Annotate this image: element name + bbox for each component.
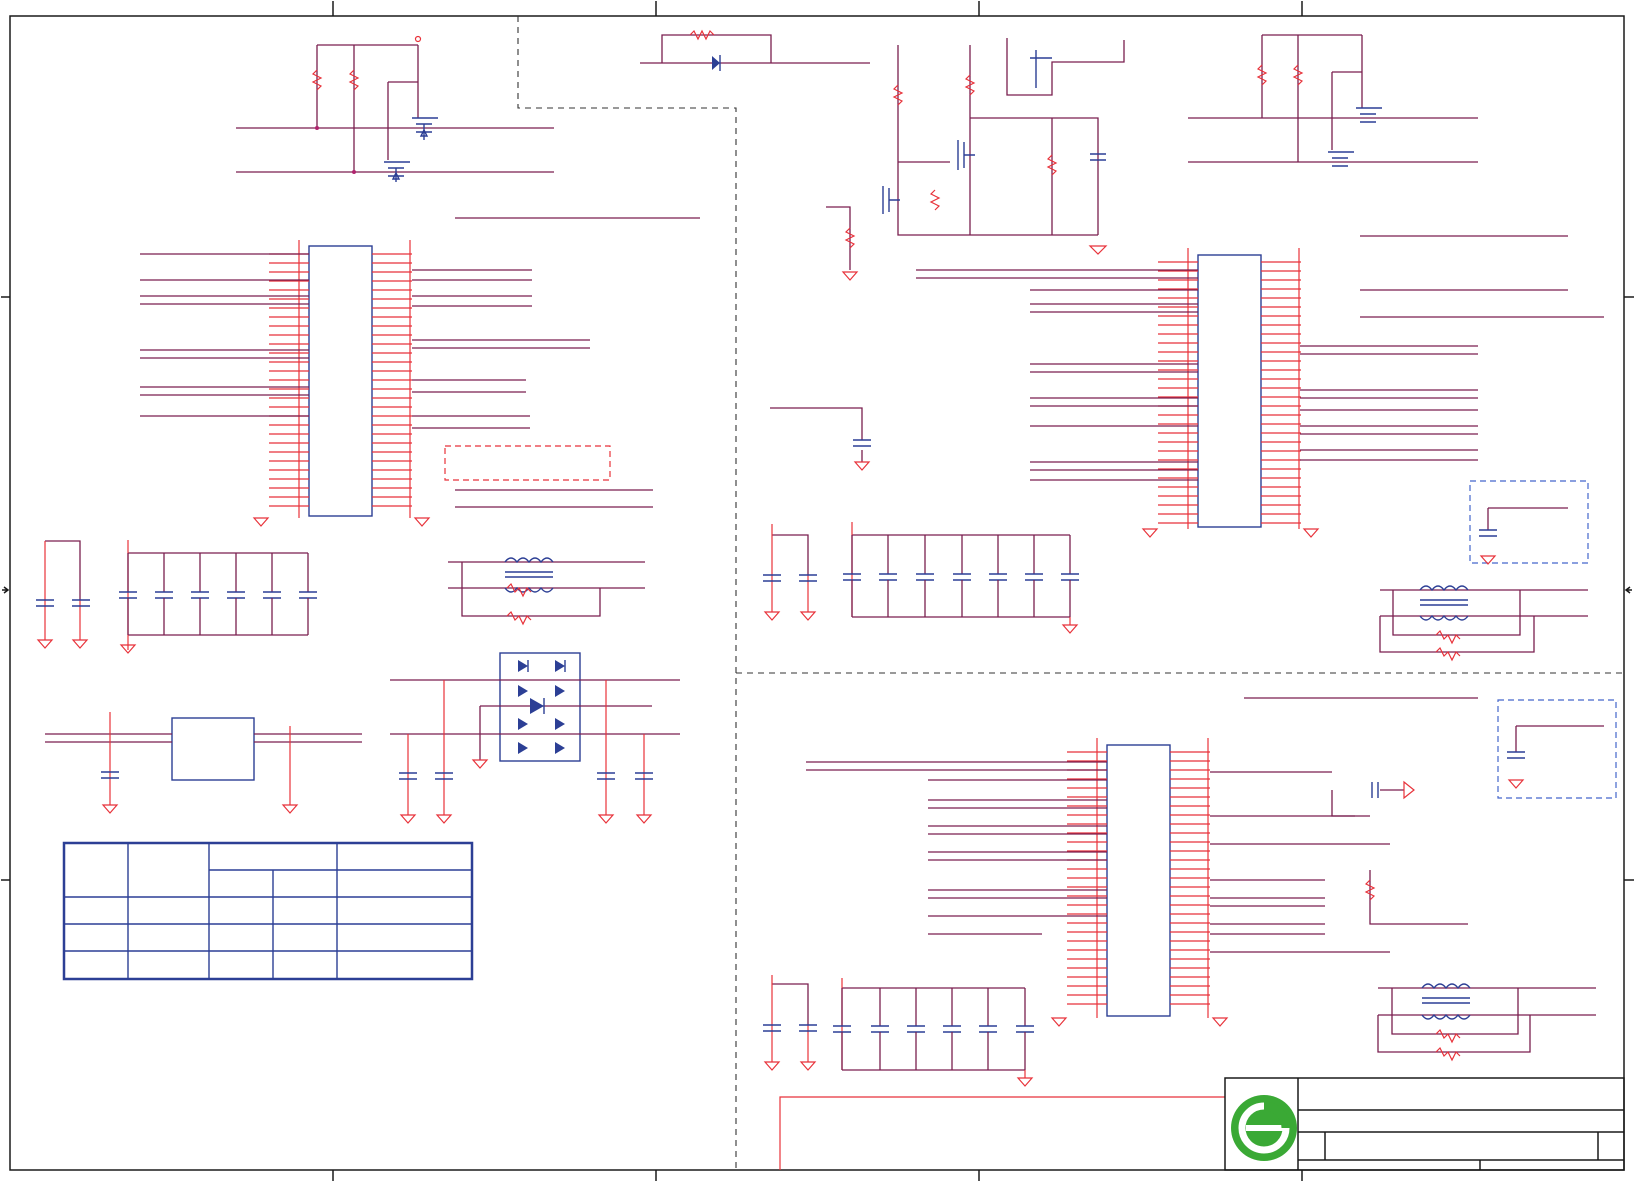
capacitor-row-top-right [843, 535, 1079, 617]
capacitor-bank-left [36, 540, 308, 654]
ground-symbol [1302, 528, 1320, 538]
ic-pin-lines [252, 240, 1320, 1027]
capacitor-row-left [119, 553, 317, 635]
diode-bridge-protection [390, 652, 680, 824]
ic-block-top-right [1197, 254, 1262, 528]
capacitor-bank-bottom-right [763, 975, 1034, 1087]
capacitor-row-bottom-right [833, 988, 1034, 1070]
mosfet-switch-right [1188, 34, 1478, 167]
dashed-option-boxes [444, 445, 1617, 799]
schematic-sheet [1, 1, 1634, 1181]
section-dividers [517, 16, 1624, 1170]
sheet-frame [1, 1, 1634, 1181]
company-logo-icon [1231, 1095, 1297, 1161]
title-block [1224, 1077, 1625, 1171]
red-region-outline [779, 1096, 1225, 1170]
ground-symbol [1141, 528, 1159, 538]
mosfet-switch-left [236, 35, 554, 182]
diode-top-center [640, 29, 870, 71]
ground-symbol [413, 517, 431, 527]
small-ic-left-wiring [45, 712, 362, 814]
ground-symbol [1050, 1017, 1068, 1027]
transformer-bottom-right [1377, 983, 1596, 1062]
transformer-left [448, 557, 645, 626]
capacitor-bank-top-right [763, 522, 1079, 634]
transformer-top-right [1379, 585, 1588, 662]
decoupling-right-mid [770, 407, 871, 471]
info-table [62, 841, 474, 981]
ground-symbol [252, 517, 270, 527]
coupling-cap-bottom-right [1331, 780, 1468, 925]
regulator-top-right [826, 38, 1125, 281]
ic-block-bottom-right [1106, 744, 1171, 1017]
ground-symbol [1211, 1017, 1229, 1027]
